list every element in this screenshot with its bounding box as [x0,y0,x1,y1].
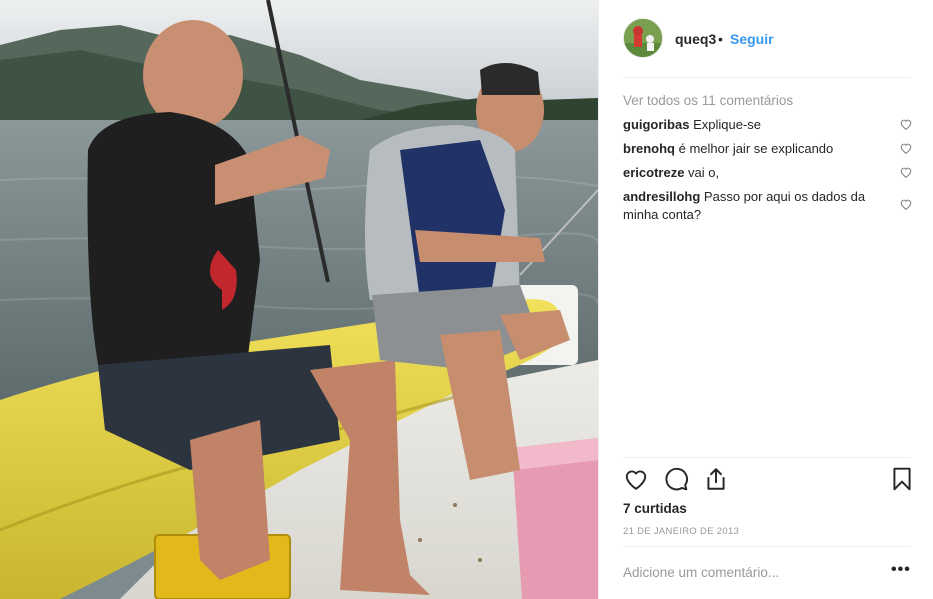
header-separator-dot: • [718,31,723,47]
post-actions-bar [623,466,913,494]
comment-item: brenohq é melhor jair se explicando [623,140,913,158]
comments-list: Ver todos os 11 comentários guigoribas E… [623,92,913,230]
small-heart-icon[interactable] [899,197,913,211]
follow-button[interactable]: Seguir [730,31,774,47]
avatar-image [624,19,662,57]
avatar[interactable] [623,18,663,58]
share-icon[interactable] [703,466,729,492]
view-all-comments-link[interactable]: Ver todos os 11 comentários [623,92,913,110]
small-heart-icon[interactable] [899,117,913,131]
post-date[interactable]: 21 DE JANEIRO DE 2013 [623,526,739,537]
small-heart-icon[interactable] [899,165,913,179]
comment-text: é melhor jair se explicando [678,141,834,156]
post-side-panel: queq3 • Seguir Ver todos os 11 comentári… [598,0,933,599]
comment-item: andresillohg Passo por aqui os dados da … [623,188,913,224]
heart-icon[interactable] [623,466,649,492]
post-photo[interactable] [0,0,598,599]
more-options-button[interactable]: ••• [891,561,911,579]
header-divider [623,77,911,78]
bookmark-icon[interactable] [889,466,915,492]
likes-count[interactable]: 7 curtidas [623,501,687,516]
comment-username[interactable]: brenohq [623,141,675,156]
add-comment-input[interactable]: Adicione um comentário... [623,565,779,580]
comment-item: guigoribas Explique-se [623,116,913,134]
post-username[interactable]: queq3 [675,31,716,47]
small-heart-icon[interactable] [899,141,913,155]
comment-text: vai o, [688,165,720,180]
post-header: queq3 • Seguir [599,0,933,78]
comment-item: ericotreze vai o, [623,164,913,182]
comment-text: Explique-se [693,117,762,132]
comment-username[interactable]: ericotreze [623,165,684,180]
actions-divider [623,457,911,458]
comment-username[interactable]: guigoribas [623,117,689,132]
comment-username[interactable]: andresillohg [623,189,700,204]
speech-bubble-icon[interactable] [663,466,689,492]
add-comment-divider [623,546,911,547]
post-photo-image [0,0,598,599]
